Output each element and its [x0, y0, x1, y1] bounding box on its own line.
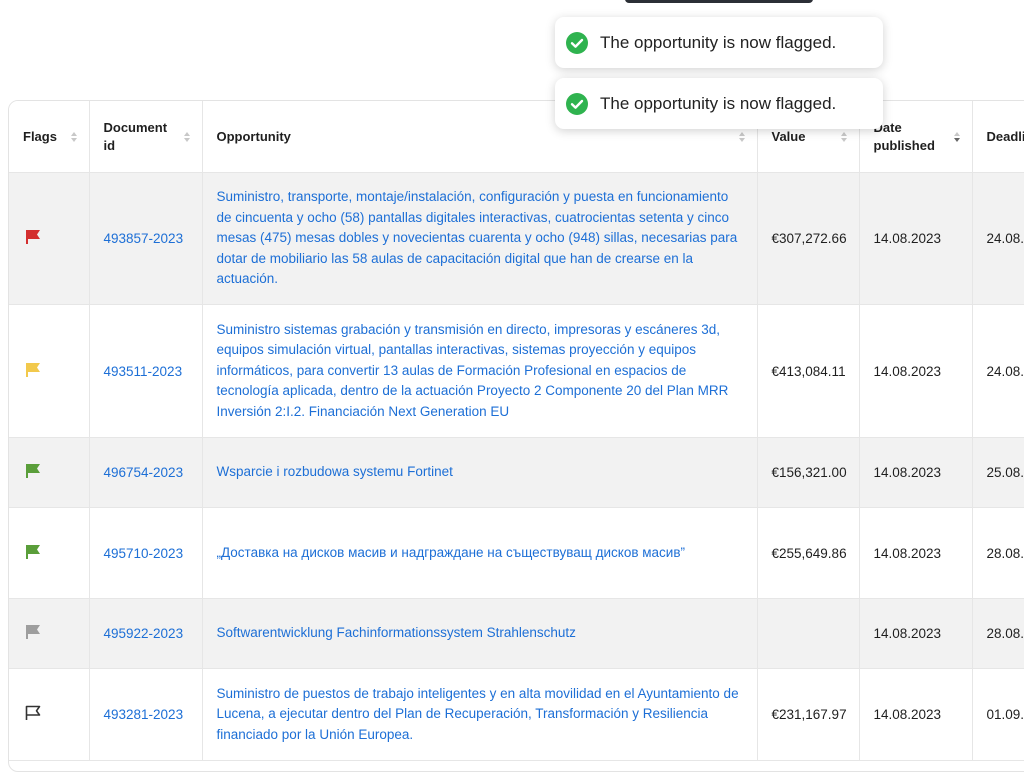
table-row[interactable]: 493857-2023 Suministro, transporte, mont… [9, 172, 1024, 305]
table-row[interactable]: 496754-2023 Wsparcie i rozbudowa systemu… [9, 437, 1024, 508]
toast-message: The opportunity is now flagged. [600, 93, 837, 113]
red-flag-icon[interactable] [23, 227, 43, 247]
column-header-flags[interactable]: Flags [9, 101, 90, 173]
deadline-cell: 28.08.2 [972, 598, 1024, 669]
check-circle-icon [566, 92, 588, 115]
date-published-cell: 14.08.2023 [859, 437, 973, 508]
opportunity-link[interactable]: Suministro sistemas grabación y transmis… [202, 304, 758, 438]
table-row[interactable]: 493281-2023 Suministro de puestos de tra… [9, 668, 1024, 761]
opportunity-link[interactable]: „Доставка на дисков масив и надграждане … [202, 507, 758, 599]
green-flag-icon[interactable] [23, 542, 43, 562]
document-id-link[interactable]: 493857-2023 [89, 172, 203, 305]
value-cell: €413,084.11 [757, 304, 860, 438]
value-cell [757, 598, 860, 669]
document-id-link[interactable]: 495710-2023 [89, 507, 203, 599]
date-published-cell: 14.08.2023 [859, 304, 973, 438]
opportunity-link[interactable]: Suministro, transporte, montaje/instalac… [202, 172, 758, 305]
flag-cell[interactable] [9, 668, 90, 761]
sort-icon[interactable] [953, 131, 960, 142]
opportunities-table: Flags Document id Opportunity Value Date… [8, 100, 1024, 772]
date-published-cell: 14.08.2023 [859, 598, 973, 669]
check-circle-icon [566, 31, 588, 54]
value-cell: €255,649.86 [757, 507, 860, 599]
document-id-link[interactable]: 496754-2023 [89, 437, 203, 508]
flag-cell[interactable] [9, 304, 90, 438]
date-published-cell: 14.08.2023 [859, 507, 973, 599]
column-header-deadline[interactable]: Deadli [972, 101, 1024, 173]
toast-notification: The opportunity is now flagged. [555, 78, 883, 129]
document-id-link[interactable]: 493511-2023 [89, 304, 203, 438]
sort-icon[interactable] [738, 131, 745, 142]
flag-cell[interactable] [9, 437, 90, 508]
document-id-link[interactable]: 495922-2023 [89, 598, 203, 669]
toast-notification: The opportunity is now flagged. [555, 17, 883, 68]
table-row[interactable]: 495922-2023 Softwarentwicklung Fachinfor… [9, 598, 1024, 669]
flag-cell[interactable] [9, 598, 90, 669]
opportunity-link[interactable]: Suministro de puestos de trabajo intelig… [202, 668, 758, 761]
sort-icon[interactable] [183, 131, 190, 142]
flag-cell[interactable] [9, 507, 90, 599]
gray-flag-icon[interactable] [23, 622, 43, 642]
column-header-document-id[interactable]: Document id [89, 101, 203, 173]
value-cell: €307,272.66 [757, 172, 860, 305]
deadline-cell: 28.08.2 [972, 507, 1024, 599]
deadline-cell: 25.08.2 [972, 437, 1024, 508]
date-published-cell: 14.08.2023 [859, 668, 973, 761]
sort-icon[interactable] [840, 131, 847, 142]
deadline-cell: 01.09.2 [972, 668, 1024, 761]
opportunity-link[interactable]: Wsparcie i rozbudowa systemu Fortinet [202, 437, 758, 508]
deadline-cell: 24.08.2 [972, 172, 1024, 305]
table-row[interactable]: 495710-2023 „Доставка на дисков масив и … [9, 507, 1024, 599]
outline-flag-icon[interactable] [23, 703, 43, 723]
green-flag-icon[interactable] [23, 461, 43, 481]
deadline-cell: 24.08.2 [972, 304, 1024, 438]
sort-icon[interactable] [70, 131, 77, 142]
top-tooltip-stub [625, 0, 813, 3]
value-cell: €156,321.00 [757, 437, 860, 508]
document-id-link[interactable]: 493281-2023 [89, 668, 203, 761]
opportunity-link[interactable]: Softwarentwicklung Fachinformationssyste… [202, 598, 758, 669]
value-cell: €231,167.97 [757, 668, 860, 761]
date-published-cell: 14.08.2023 [859, 172, 973, 305]
table-row[interactable]: 493511-2023 Suministro sistemas grabació… [9, 304, 1024, 438]
flag-cell[interactable] [9, 172, 90, 305]
yellow-flag-icon[interactable] [23, 360, 43, 380]
toast-message: The opportunity is now flagged. [600, 32, 837, 52]
